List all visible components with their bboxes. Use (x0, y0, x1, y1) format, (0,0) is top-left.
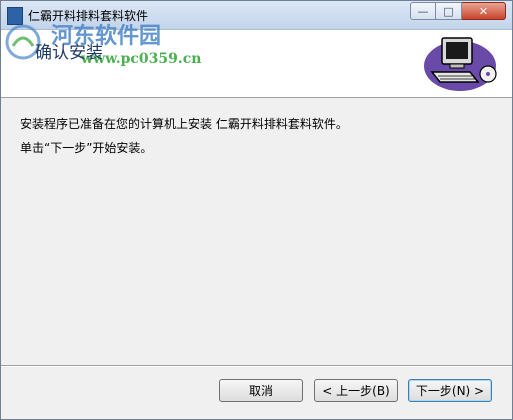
header-banner: 河东软件园 www.pc0359.cn 确认安装 (1, 23, 512, 98)
content-area: 安装程序已准备在您的计算机上安装 仁霸开料排料套料软件。 单击“下一步”开始安装… (1, 98, 512, 358)
back-button[interactable]: < 上一步(B) (314, 379, 398, 402)
close-icon: ✕ (478, 4, 489, 18)
maximize-button[interactable]: □ (436, 2, 462, 20)
next-instruction: 单击“下一步”开始安装。 (20, 141, 153, 155)
computer-icon (424, 37, 497, 91)
close-button[interactable]: ✕ (462, 2, 506, 20)
caption-buttons: — □ ✕ (410, 2, 506, 20)
footer-separator (1, 365, 512, 367)
page-title: 确认安装 (35, 43, 103, 63)
maximize-icon: □ (443, 4, 454, 18)
install-ready-message: 安装程序已准备在您的计算机上安装 仁霸开料排料套料软件。 (20, 117, 348, 131)
installer-window: 仁霸开料排料套料软件 — □ ✕ 河东软件园 www.pc0359.cn 确认安… (0, 0, 513, 420)
minimize-icon: — (417, 4, 429, 18)
cancel-button[interactable]: 取消 (219, 379, 303, 402)
minimize-button[interactable]: — (410, 2, 436, 20)
next-button[interactable]: 下一步(N) > (408, 379, 492, 402)
